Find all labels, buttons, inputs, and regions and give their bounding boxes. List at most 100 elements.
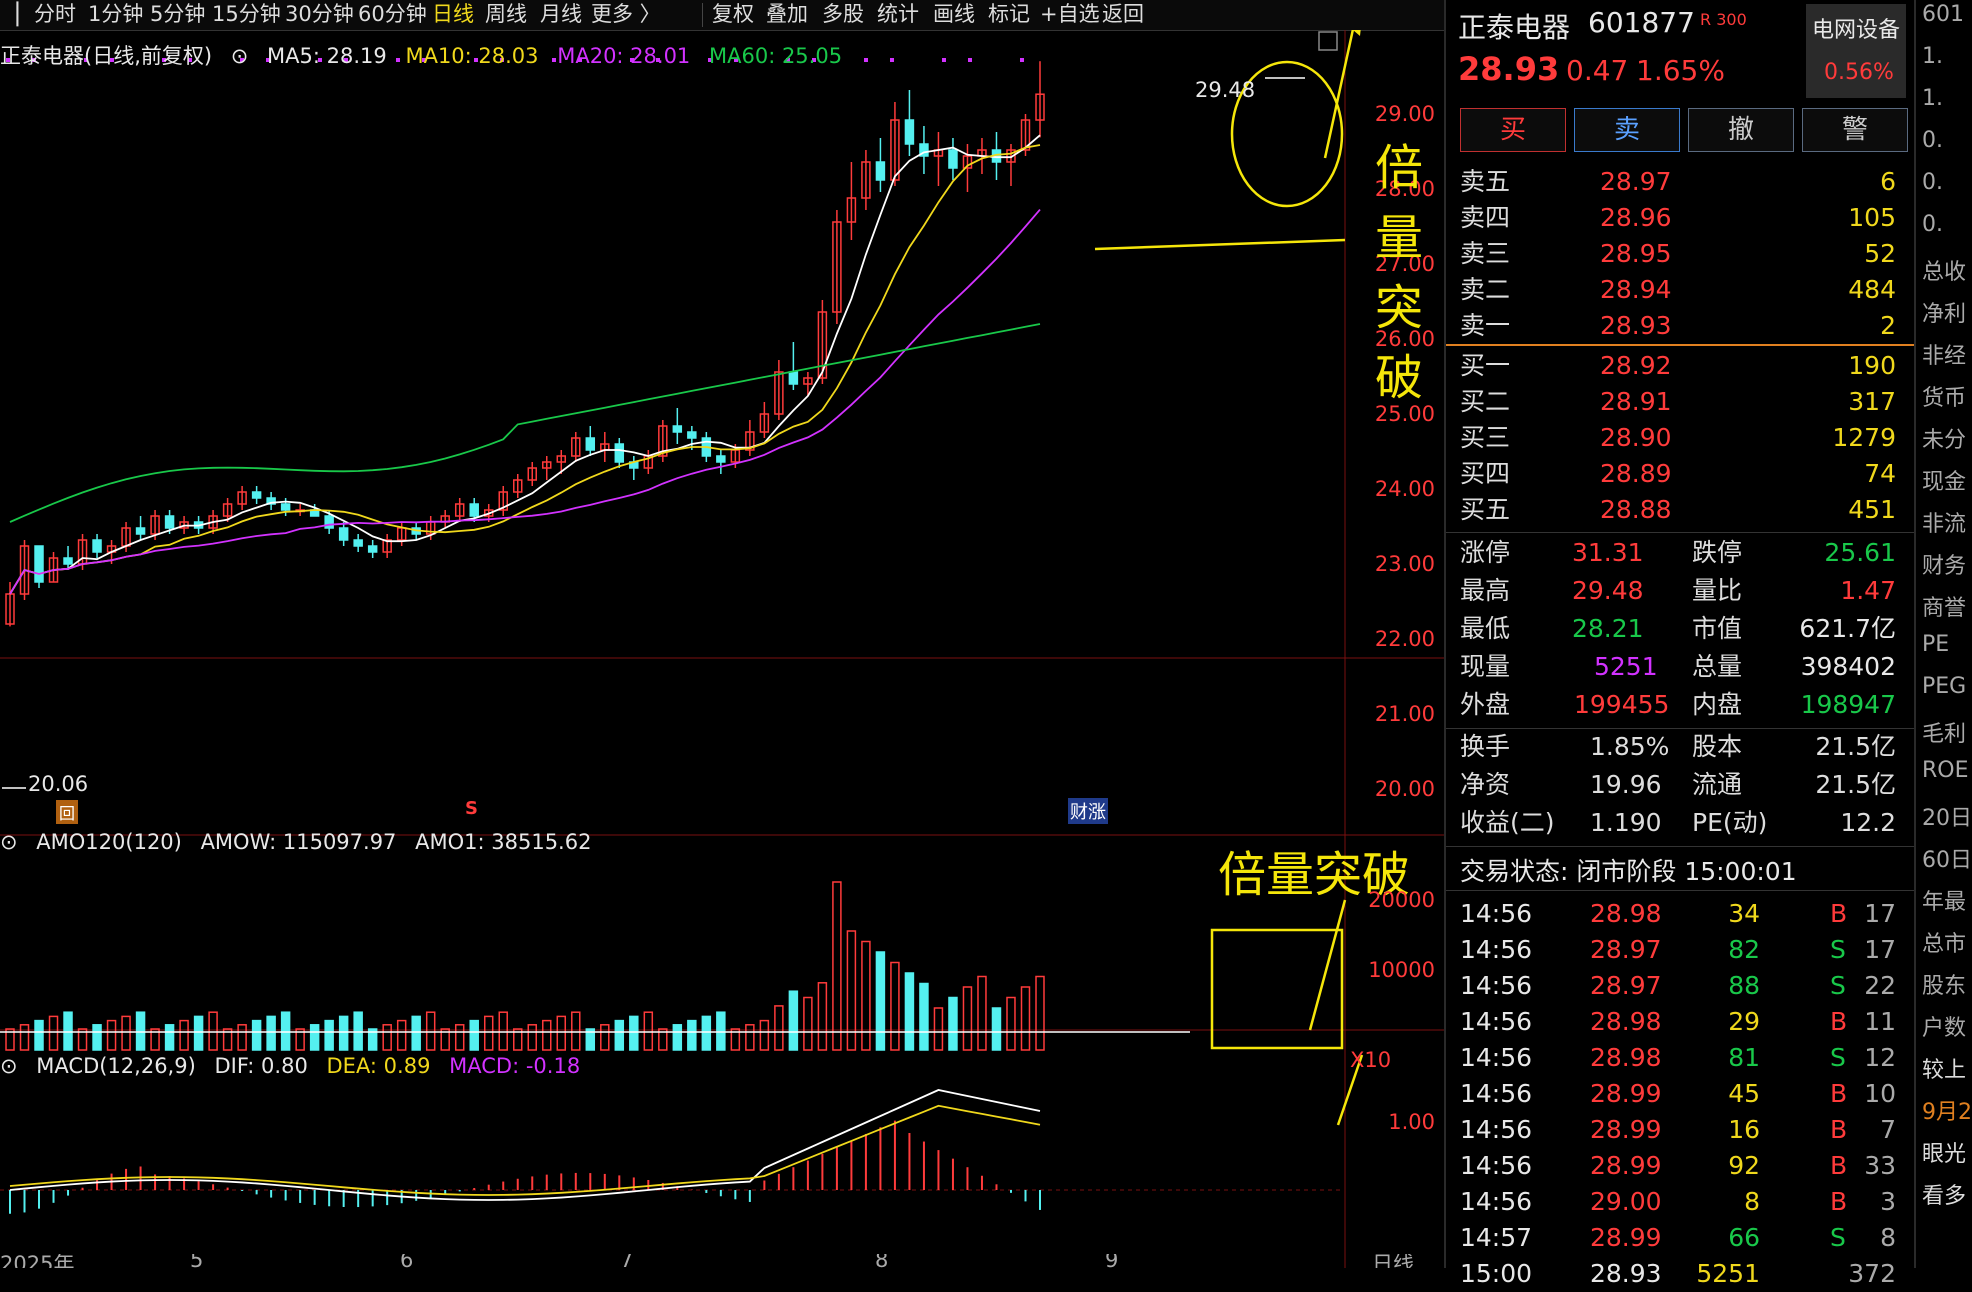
trade-p: 28.98 [1590, 899, 1662, 928]
trade-t: 14:56 [1460, 899, 1533, 928]
volume-bar [991, 1007, 1002, 1051]
trade-d: B [1830, 1151, 1848, 1180]
date-tick: 2025年 [0, 1254, 75, 1268]
ma5-line [9, 134, 1041, 595]
toolbar-divider [702, 3, 703, 27]
back-button[interactable]: 返回 [1102, 0, 1144, 28]
candle-body [63, 557, 73, 565]
trade-v: 45 [1728, 1079, 1760, 1108]
macd-name: MACD(12,26,9) [36, 1054, 196, 1078]
volume-bar [469, 1019, 479, 1051]
trade-t: 14:56 [1460, 935, 1533, 964]
draw-line-button[interactable]: 画线 [933, 0, 975, 28]
date-tick: 6 [400, 1254, 414, 1268]
chart-title: 正泰电器(日线,前复权) [0, 44, 213, 68]
volume-bar [266, 1015, 276, 1051]
trade-v: 66 [1728, 1223, 1760, 1252]
stat-row: 换手 1.85% 股本 21.5亿 [1460, 732, 1896, 761]
trade-n: 33 [1864, 1151, 1896, 1180]
period-tab-more[interactable]: 更多 〉 [591, 0, 661, 28]
kline-chart-svg[interactable] [0, 30, 1444, 1268]
amo-name: AMO120(120) [36, 830, 182, 854]
ma20-label: MA20: 28.01 [557, 44, 691, 68]
fuquan-button[interactable]: 复权 [712, 0, 754, 28]
bid-row: 买四 28.89 74 [1460, 459, 1896, 488]
period-tab-30min[interactable]: 30分钟 [285, 0, 354, 28]
edge-item: 总市 [1922, 932, 1967, 957]
dea-label: DEA: 0.89 [326, 1054, 431, 1078]
edge-item: 非流 [1922, 512, 1967, 537]
period-tab-daily[interactable]: 日线 [432, 0, 474, 28]
sector-box[interactable]: 电网设备 0.56% [1806, 4, 1906, 98]
edge-item: 非经 [1922, 344, 1967, 369]
candle-body [716, 455, 726, 463]
volume-bar [962, 986, 973, 1051]
stat-row: 最高 29.48 量比 1.47 [1460, 576, 1896, 605]
stock-code: 601877 [1588, 6, 1695, 39]
trade-p: 28.97 [1590, 971, 1662, 1000]
panel-toggle-icon [1318, 31, 1338, 51]
stock-name: 正泰电器 [1458, 11, 1571, 44]
volume-bar [614, 1019, 625, 1051]
edge-item: PEG [1922, 674, 1967, 699]
trade-row: 14:56 28.98 81 S 12 [1460, 1040, 1910, 1076]
stat-row: 外盘 199455 内盘 198947 [1460, 690, 1896, 719]
sector-name: 电网设备 [1812, 18, 1901, 43]
sector-pct: 0.56% [1824, 60, 1894, 85]
ma-settings-icon[interactable]: ⊙ [231, 44, 249, 68]
marker-s: S [465, 798, 478, 819]
period-tab-fenshi[interactable]: 分时 [34, 0, 76, 28]
dea-line [9, 1104, 1041, 1196]
trade-d: B [1830, 1187, 1848, 1216]
cancel-order-button[interactable]: 撤 [1688, 108, 1794, 152]
trade-p: 28.99 [1590, 1079, 1662, 1108]
macd-legend: ⊙ MACD(12,26,9) DIF: 0.80 DEA: 0.89 MACD… [0, 1054, 592, 1078]
period-tab-15min[interactable]: 15分钟 [212, 0, 281, 28]
ask-row: 卖四 28.96 105 [1460, 203, 1896, 232]
volume-bar [542, 1019, 552, 1051]
trade-t: 14:56 [1460, 1079, 1533, 1108]
amo1-label: AMO1: 38515.62 [415, 830, 592, 854]
dif-line [9, 1089, 1041, 1201]
trade-row: 14:56 28.97 82 S 17 [1460, 932, 1910, 968]
period-tab-5min[interactable]: 5分钟 [150, 0, 205, 28]
edge-item: 1. [1922, 86, 1943, 111]
sell-button[interactable]: 卖 [1574, 108, 1680, 152]
volume-bar [237, 1024, 247, 1051]
trade-p: 29.00 [1590, 1187, 1662, 1216]
statistics-button[interactable]: 统计 [877, 0, 919, 28]
period-tab-monthly[interactable]: 月线 [540, 0, 582, 28]
period-tab-1min[interactable]: 1分钟 [88, 0, 143, 28]
trade-v: 5251 [1696, 1259, 1760, 1288]
ma10-label: MA10: 28.03 [405, 44, 539, 68]
candle-body [469, 503, 479, 517]
period-tab-60min[interactable]: 60分钟 [358, 0, 427, 28]
ma60-label: MA60: 25.05 [708, 44, 843, 68]
stat-row: 涨停 31.31 跌停 25.61 [1460, 538, 1896, 567]
buy-button[interactable]: 买 [1460, 108, 1566, 152]
period-tab-weekly[interactable]: 周线 [485, 0, 527, 28]
chart-area[interactable]: 正泰电器(日线,前复权) ⊙ MA5: 28.19 MA10: 28.03 MA… [0, 30, 1444, 1268]
candle-body [367, 545, 378, 553]
trade-t: 14:56 [1460, 1115, 1533, 1144]
multi-stock-button[interactable]: 多股 [822, 0, 864, 28]
price-change: 0.47 [1566, 54, 1629, 87]
price-tick: 21.00 [1374, 702, 1435, 726]
overlay-button[interactable]: 叠加 [766, 0, 808, 28]
alert-button[interactable]: 警 [1802, 108, 1908, 152]
signal-dot [1020, 58, 1024, 62]
trade-t: 14:56 [1460, 971, 1533, 1000]
amo-settings-icon[interactable]: ⊙ [0, 830, 18, 854]
divider [1446, 532, 1916, 533]
trade-n: 372 [1848, 1259, 1896, 1288]
volume-bar [745, 1024, 755, 1051]
mark-button[interactable]: 标记 [988, 0, 1030, 28]
neckline [1094, 238, 1346, 251]
edge-item: ROE [1922, 758, 1969, 783]
add-watchlist-button[interactable]: +自选 [1040, 0, 1100, 28]
trade-n: 3 [1880, 1187, 1896, 1216]
bid-row: 买五 28.88 451 [1460, 495, 1896, 524]
volume-bar [643, 1011, 654, 1051]
macd-settings-icon[interactable]: ⊙ [0, 1054, 18, 1078]
menu-icon[interactable]: ▕ [2, 0, 18, 28]
